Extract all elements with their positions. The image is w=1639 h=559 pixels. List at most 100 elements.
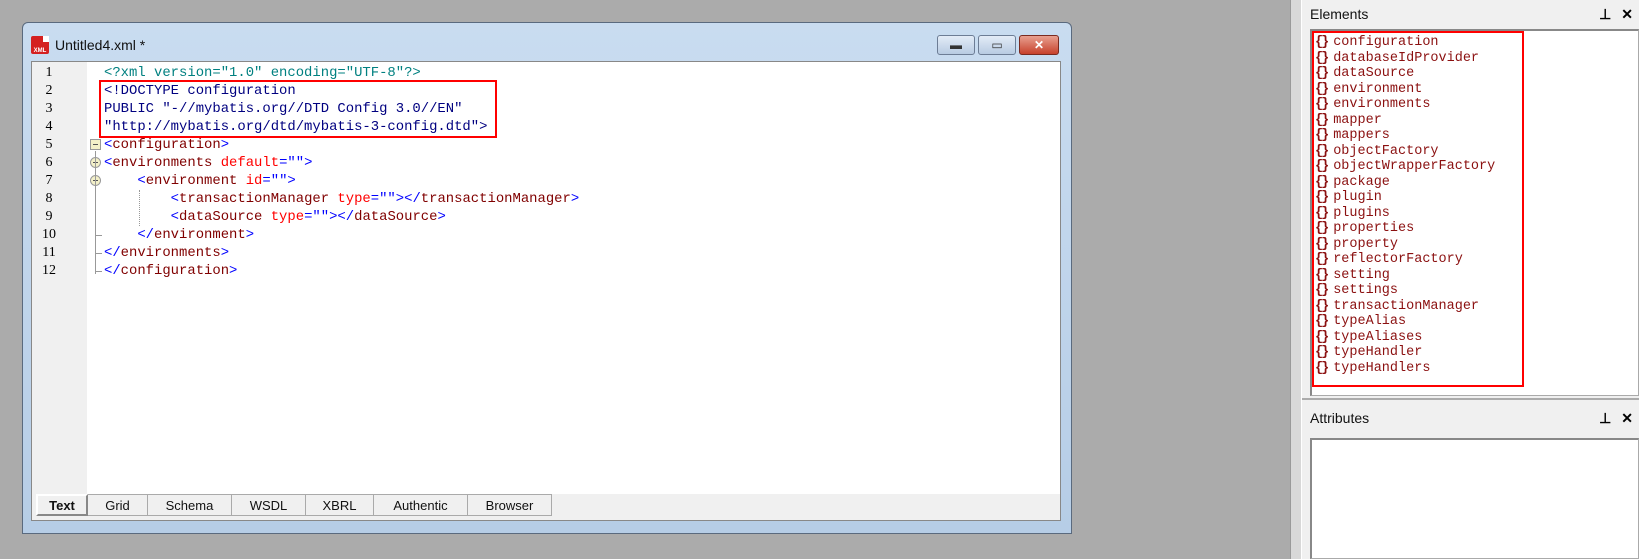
element-braces-icon: {}	[1315, 252, 1329, 267]
element-braces-icon: {}	[1315, 205, 1329, 221]
element-braces-icon: {}	[1315, 143, 1329, 159]
code-editor[interactable]: <?xml version="1.0" encoding="UTF-8"?> <!…	[87, 62, 1060, 494]
code-token: <	[104, 209, 180, 225]
list-item[interactable]: {} property	[1315, 237, 1398, 253]
close-icon[interactable]: ✕	[1621, 6, 1633, 23]
list-item[interactable]: {} configuration	[1315, 35, 1439, 51]
elements-panel: Elements ⊥ ✕ {} configuration{} databaseIdP…	[1302, 0, 1639, 398]
pin-icon[interactable]: ⊥	[1599, 410, 1611, 427]
code-token: </	[104, 227, 155, 243]
element-name: typeAlias	[1333, 314, 1407, 329]
element-name: configuration	[1333, 35, 1439, 50]
line-number-gutter: 1 2 3 4 5 6 7 8 9 10 11 12	[32, 62, 87, 494]
minimize-button[interactable]: ▬	[937, 35, 975, 55]
tab-grid[interactable]: Grid	[88, 494, 148, 516]
code-token: =""	[370, 191, 396, 207]
tab-schema[interactable]: Schema	[148, 494, 232, 516]
list-item[interactable]: {} settings	[1315, 283, 1398, 299]
line-number: 6	[45, 155, 53, 170]
list-item[interactable]: {} package	[1315, 175, 1390, 191]
list-item[interactable]: {} mappers	[1315, 128, 1390, 144]
code-token: =""	[262, 173, 288, 189]
list-item[interactable]: {} typeHandler	[1315, 345, 1422, 361]
code-token: id	[237, 173, 263, 189]
tab-wsdl[interactable]: WSDL	[232, 494, 306, 516]
code-token: type	[262, 209, 305, 225]
close-icon[interactable]: ✕	[1621, 410, 1633, 427]
code-token: >	[287, 173, 296, 189]
panel-splitter[interactable]	[1290, 0, 1302, 559]
list-item[interactable]: {} typeAliases	[1315, 330, 1422, 346]
element-name: setting	[1333, 267, 1390, 283]
code-token: =""	[279, 155, 305, 171]
list-item[interactable]: {} environments	[1315, 97, 1430, 113]
element-braces-icon: {}	[1315, 128, 1329, 143]
element-name: property	[1333, 236, 1399, 252]
tab-browser[interactable]: Browser	[468, 494, 552, 516]
element-braces-icon: {}	[1315, 221, 1329, 236]
element-braces-icon: {}	[1315, 345, 1329, 360]
element-braces-icon: {}	[1315, 97, 1329, 112]
list-item[interactable]: {} plugins	[1315, 206, 1390, 222]
code-token: <	[104, 191, 180, 207]
document-window: XML Untitled4.xml * ▬ ▭ ✕ 1 2 3 4 5 6 7 8 9 10 11 1…	[22, 22, 1072, 534]
collapse-square-icon[interactable]	[90, 139, 101, 150]
list-item[interactable]: {} databaseIdProvider	[1315, 51, 1479, 67]
code-token: <?xml version="1.0" encoding="UTF-8"?>	[104, 65, 421, 81]
element-braces-icon: {}	[1315, 50, 1329, 66]
list-item[interactable]: {} objectFactory	[1315, 144, 1439, 160]
attributes-list	[1310, 438, 1639, 559]
list-item[interactable]: {} dataSource	[1315, 66, 1414, 82]
element-braces-icon: {}	[1315, 159, 1329, 174]
view-tabs: Text Grid Schema WSDL XBRL Authentic Browser	[36, 494, 552, 518]
attributes-panel-title: Attributes	[1310, 410, 1370, 426]
element-braces-icon: {}	[1315, 329, 1329, 345]
list-item[interactable]: {} typeAlias	[1315, 314, 1406, 330]
code-token: </	[104, 245, 121, 261]
element-name: mappers	[1333, 128, 1390, 143]
element-braces-icon: {}	[1315, 298, 1329, 314]
fold-guide-end	[95, 253, 102, 254]
tab-xbrl[interactable]: XBRL	[306, 494, 374, 516]
list-item[interactable]: {} environment	[1315, 82, 1422, 98]
list-item[interactable]: {} setting	[1315, 268, 1390, 284]
code-token: >	[220, 245, 230, 261]
maximize-button[interactable]: ▭	[978, 35, 1016, 55]
code-token: >	[437, 209, 446, 225]
code-token: configuration	[112, 137, 221, 153]
list-item[interactable]: {} mapper	[1315, 113, 1382, 129]
code-token: environment	[154, 227, 246, 243]
tab-authentic[interactable]: Authentic	[374, 494, 468, 516]
code-line: </environment>	[104, 226, 254, 244]
code-token: type	[329, 191, 371, 207]
line-number: 11	[42, 245, 56, 260]
list-item[interactable]: {} typeHandlers	[1315, 361, 1430, 377]
line-number: 8	[45, 191, 53, 206]
code-token: <	[104, 173, 146, 189]
close-button[interactable]: ✕	[1019, 35, 1059, 55]
element-name: properties	[1333, 221, 1415, 236]
pin-icon[interactable]: ⊥	[1599, 6, 1611, 23]
list-item[interactable]: {} plugin	[1315, 190, 1382, 206]
list-item[interactable]: {} transactionManager	[1315, 299, 1479, 315]
list-item[interactable]: {} properties	[1315, 221, 1414, 237]
element-name: objectWrapperFactory	[1333, 159, 1496, 174]
window-title-bar: XML Untitled4.xml *	[31, 34, 145, 56]
code-token: dataSource	[179, 209, 263, 225]
element-name: typeAliases	[1333, 329, 1423, 345]
tab-text[interactable]: Text	[36, 494, 88, 516]
list-item[interactable]: {} objectWrapperFactory	[1315, 159, 1495, 175]
code-line: <environment id="">	[104, 172, 296, 190]
element-name: reflectorFactory	[1333, 252, 1463, 267]
code-line: <configuration>	[104, 136, 229, 154]
element-name: typeHandlers	[1333, 360, 1431, 376]
list-item[interactable]: {} reflectorFactory	[1315, 252, 1463, 268]
element-braces-icon: {}	[1315, 174, 1329, 190]
element-braces-icon: {}	[1315, 81, 1329, 97]
element-name: plugin	[1333, 190, 1382, 205]
window-title: Untitled4.xml *	[55, 37, 146, 53]
fold-guide-end	[95, 271, 102, 272]
code-token: =""	[304, 209, 330, 225]
fold-guide-end	[95, 235, 102, 236]
fold-guide	[139, 190, 140, 226]
